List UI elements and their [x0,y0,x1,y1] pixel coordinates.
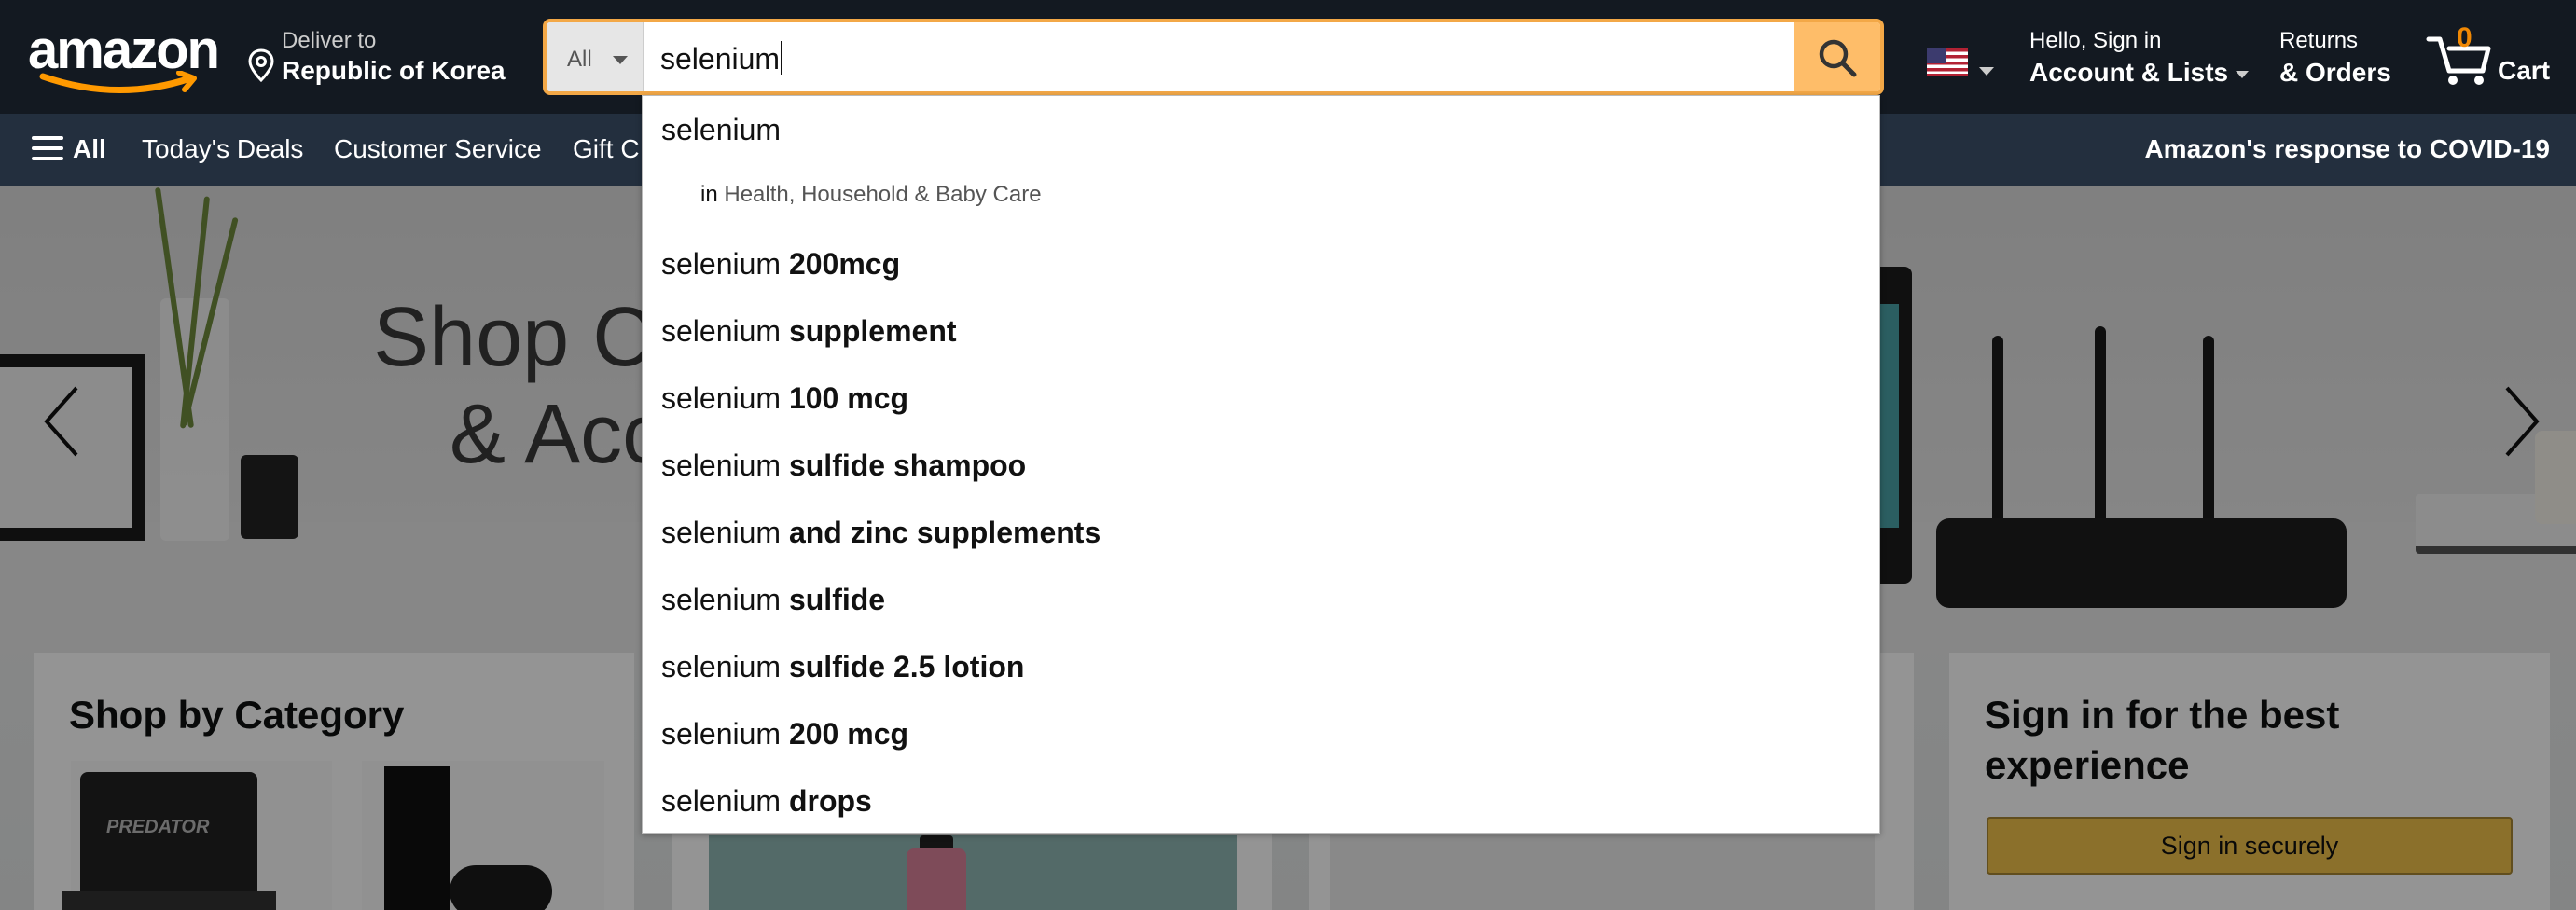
suggestion-item[interactable]: selenium sulfide 2.5 lotion [661,646,1024,687]
us-flag-icon[interactable] [1927,48,1968,76]
nav-all-menu[interactable]: All [73,134,106,164]
suggestion-prefix: selenium [661,314,782,348]
search-suggestions-dropdown: selenium in Health, Household & Baby Car… [642,95,1880,834]
nav-link-todays-deals[interactable]: Today's Deals [142,134,303,164]
account-caret-icon [2236,70,2250,78]
returns-label: Returns [2279,28,2359,53]
orders-label: & Orders [2279,58,2391,87]
search-button[interactable] [1794,22,1880,91]
suggestion-prefix: selenium [661,717,782,751]
amazon-logo[interactable]: amazon [28,20,220,93]
search-category-select[interactable]: All [547,22,644,91]
suggestion-prefix: selenium [661,516,782,549]
suggestion-suffix: sulfide [788,583,886,616]
nav-link-customer-service[interactable]: Customer Service [334,134,542,164]
search-query-text: selenium [660,41,783,76]
nav-link-covid-response[interactable]: Amazon's response to COVID-19 [2144,134,2550,164]
suggestion-item[interactable]: selenium and zinc supplements [661,512,1101,553]
location-pin-icon [248,48,274,82]
search-query: selenium [660,42,781,76]
suggestion-department[interactable]: in Health, Household & Baby Care [700,182,1042,208]
caret-down-icon [613,56,628,64]
suggestion-suffix: 200 mcg [788,717,909,751]
language-caret-icon[interactable] [1979,67,1994,76]
suggestion-text: selenium [661,113,782,146]
suggestion-suffix: supplement [788,314,957,348]
suggestion-suffix: sulfide 2.5 lotion [788,650,1025,683]
suggestion-suffix: sulfide shampoo [788,448,1027,482]
suggestion-suffix: 200mcg [788,247,901,281]
suggestion-prefix: selenium [661,247,782,281]
suggestion-item[interactable]: selenium 200mcg [661,243,900,284]
suggestion-suffix: and zinc supplements [788,516,1101,549]
text-cursor [781,41,783,75]
suggestion-item[interactable]: selenium sulfide shampoo [661,445,1026,486]
account-label-row: Account & Lists [2029,58,2250,88]
suggestion-item[interactable]: selenium [661,109,781,150]
suggestion-prefix: selenium [661,448,782,482]
deliver-country: Republic of Korea [282,56,506,85]
suggestion-suffix: drops [788,784,872,818]
cart-button[interactable]: 0 Cart [2425,22,2555,91]
suggestion-prefix: selenium [661,650,782,683]
logo-smile-icon [39,71,197,93]
logo-text: amazon [28,20,220,80]
suggestion-prefix: selenium [661,784,782,818]
returns-orders[interactable]: Returns & Orders [2279,28,2391,88]
account-label: Account & Lists [2029,58,2229,87]
suggestion-item[interactable]: selenium 100 mcg [661,378,908,419]
account-lists[interactable]: Hello, Sign in Account & Lists [2029,28,2250,88]
search-input[interactable] [645,22,1783,91]
suggestion-item[interactable]: selenium drops [661,780,872,821]
suggestion-item[interactable]: selenium 200 mcg [661,713,908,754]
suggestion-prefix: selenium [661,583,782,616]
search-bar: All selenium [543,19,1884,95]
deliver-label: Deliver to [282,28,377,53]
cart-count: 0 [2457,22,2472,53]
suggestion-suffix: 100 mcg [788,381,909,415]
suggestion-prefix: selenium [661,381,782,415]
nav-link-gift-cards[interactable]: Gift C [573,134,640,164]
department-prefix: in [700,182,718,207]
account-greeting: Hello, Sign in [2029,28,2162,53]
department-name: Health, Household & Baby Care [724,182,1042,207]
suggestion-item[interactable]: selenium sulfide [661,579,885,620]
suggestion-item[interactable]: selenium supplement [661,310,957,352]
hamburger-menu-icon[interactable] [32,136,63,167]
search-category-label: All [567,47,592,72]
cart-label: Cart [2498,56,2551,85]
search-icon [1819,39,1857,77]
